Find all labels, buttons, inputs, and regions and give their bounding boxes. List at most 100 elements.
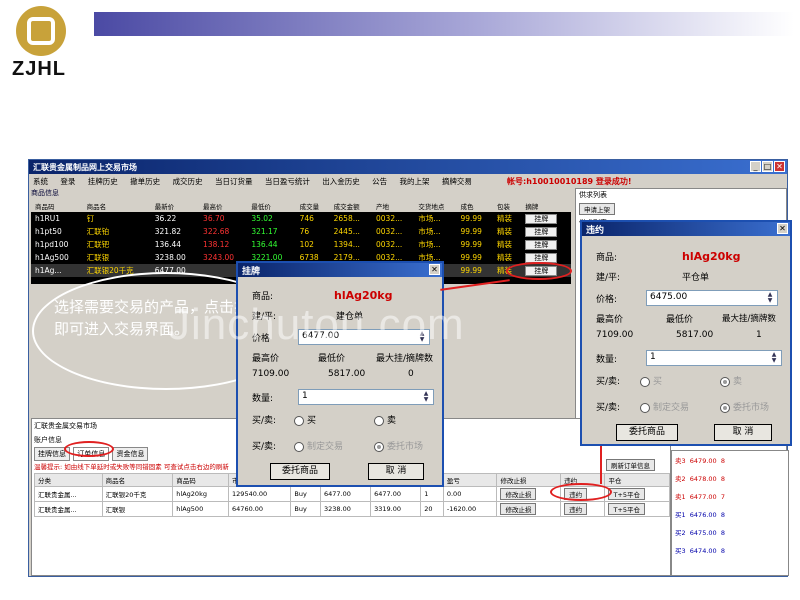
submit-order-button[interactable]: 委托商品 <box>270 463 330 480</box>
breach-button[interactable]: 违约 <box>564 503 588 515</box>
cell-code: hlAg500 <box>172 501 230 517</box>
qty-input[interactable]: 1 ▲ ▼ <box>646 350 782 366</box>
mode-label: 买/卖: <box>252 442 277 452</box>
market-row[interactable]: h1RU1 钉 36.22 36.70 35.02 746 2658... 00… <box>31 212 571 225</box>
cancel-button[interactable]: 取 消 <box>714 424 772 441</box>
close-button[interactable]: ✕ <box>774 161 785 172</box>
minimize-button[interactable]: _ <box>750 161 761 172</box>
price-input[interactable]: 6475.00 ▲ ▼ <box>646 290 778 306</box>
col-header: 平仓 <box>604 473 670 487</box>
high-price-label: 最高价 <box>252 354 280 364</box>
cell-name: 汇联银 <box>86 253 110 262</box>
cell-direction: Buy <box>290 486 321 502</box>
menu-item-my-listings[interactable]: 我的上架 <box>400 177 430 186</box>
menu-item-daily-pnl[interactable]: 当日盈亏统计 <box>265 177 310 186</box>
close-position-button[interactable]: T+5平仓 <box>608 503 646 515</box>
cell-category: 汇联贵金属... <box>34 501 103 517</box>
menu-item-deal-history[interactable]: 成交历史 <box>173 177 203 186</box>
cell-origin: 0032... <box>376 240 403 249</box>
market-row[interactable]: h1pd100 汇联钯 136.44 138.12 136.44 102 139… <box>31 238 571 251</box>
cell-pack: 精装 <box>496 214 512 223</box>
menu-item-login[interactable]: 登录 <box>60 177 75 186</box>
high-price-value: 7109.00 <box>252 369 290 379</box>
col-header: 最高价 <box>199 200 248 212</box>
refresh-orders-button[interactable]: 刷新订单信息 <box>606 459 655 471</box>
menu-item-hang-history[interactable]: 挂牌历史 <box>88 177 118 186</box>
low-price-value: 5817.00 <box>676 330 714 340</box>
side-label: 买/卖: <box>596 377 621 387</box>
cell-category: 汇联贵金属... <box>34 486 103 502</box>
cell-place: 市场... <box>418 240 441 249</box>
cell-price-1: 3238.00 <box>319 501 372 517</box>
hang-button[interactable]: 挂牌 <box>525 226 558 237</box>
sell-radio: 卖 <box>720 374 742 387</box>
cell-code: h1Ag500 <box>35 253 69 262</box>
market-table-header: 商品码 商品名 最新价 最高价 最低价 成交量 成交金额 产地 交货地点 成色 … <box>31 200 571 212</box>
col-header: 商品码 <box>172 473 230 487</box>
cell-pack: 精装 <box>496 253 512 262</box>
cell-price-2: 6477.00 <box>370 486 422 502</box>
cell-last: 136.44 <box>154 240 182 249</box>
menu-item-system[interactable]: 系统 <box>33 177 48 186</box>
cell-price-2: 3319.00 <box>370 501 422 517</box>
price-spinner-icon[interactable]: ▲ ▼ <box>765 292 775 304</box>
buy-radio: 买 <box>640 374 662 387</box>
col-header: 摘牌 <box>521 200 571 212</box>
cell-high: 138.12 <box>203 240 230 249</box>
supply-list-header: 供求列表 <box>579 191 607 199</box>
cell-last: 3238.00 <box>154 253 186 262</box>
account-info-label: 账户信息 <box>34 436 62 444</box>
qty-spinner-icon[interactable]: ▲ ▼ <box>421 391 431 403</box>
col-header: 包装 <box>492 200 522 212</box>
table-row[interactable]: 汇联贵金属... 汇联银 hlAg500 64760.00 Buy 3238.0… <box>34 501 670 517</box>
cell-name: 汇联钯 <box>86 240 110 249</box>
menu-item-cancel-history[interactable]: 撤单历史 <box>130 177 160 186</box>
window-titlebar: 汇联贵金属制品网上交易市场 <box>29 160 787 174</box>
menu-item-notice[interactable]: 公告 <box>372 177 387 186</box>
market-order-radio: 委托市场 <box>720 400 769 413</box>
hang-dialog-close-icon[interactable]: ✕ <box>429 264 440 275</box>
designated-trade-radio: 制定交易 <box>640 400 689 413</box>
menu-item-daily-orders[interactable]: 当日订货量 <box>215 177 253 186</box>
apply-listing-button[interactable]: 申请上架 <box>579 203 615 215</box>
close-position-button[interactable]: T+5平仓 <box>608 488 646 500</box>
cell-low: 136.44 <box>251 240 278 249</box>
market-row[interactable]: h1pt50 汇联铂 321.82 322.68 321.17 76 2445.… <box>31 225 571 238</box>
breach-dialog-close-icon[interactable]: ✕ <box>777 223 788 234</box>
low-price-value: 5817.00 <box>328 369 366 379</box>
book-row-buy: 买2 6475.00 8 <box>675 529 725 537</box>
book-row-sell: 卖3 6479.00 8 <box>675 457 725 465</box>
qty-spinner-icon[interactable]: ▲ ▼ <box>769 352 779 364</box>
modify-stop-button[interactable]: 修改止损 <box>500 503 537 515</box>
menu-item-pick-trade[interactable]: 摘牌交易 <box>442 177 472 186</box>
buy-radio[interactable]: 买 <box>294 413 316 426</box>
cell-volume: 746 <box>299 214 314 223</box>
cell-amount: 2445... <box>333 227 360 236</box>
cell-last: 321.82 <box>154 227 182 236</box>
menu-item-funds-history[interactable]: 出入金历史 <box>322 177 360 186</box>
col-header: 最低价 <box>247 200 296 212</box>
low-price-label: 最低价 <box>666 315 694 325</box>
cell-value: 129540.00 <box>228 486 292 502</box>
sell-radio[interactable]: 卖 <box>374 413 396 426</box>
hang-button[interactable]: 挂牌 <box>525 252 558 263</box>
cell-value: 64760.00 <box>228 501 292 517</box>
cancel-button[interactable]: 取 消 <box>368 463 424 480</box>
hang-button-highlight <box>506 262 572 280</box>
maximize-button[interactable]: □ <box>762 161 773 172</box>
market-order-radio: 委托市场 <box>374 439 423 452</box>
hang-button[interactable]: 挂牌 <box>525 239 558 250</box>
max-count-label: 最大挂/摘牌数 <box>722 314 776 324</box>
high-price-label: 最高价 <box>596 315 624 325</box>
qty-input[interactable]: 1 ▲ ▼ <box>298 389 434 405</box>
tab-funds-info[interactable]: 资金信息 <box>112 447 149 461</box>
cell-code: h1pd100 <box>35 240 69 249</box>
cell-name: 汇联银20千克 <box>101 486 174 502</box>
hang-button[interactable]: 挂牌 <box>525 213 558 224</box>
modify-stop-button[interactable]: 修改止损 <box>500 488 537 500</box>
cell-place: 市场... <box>418 214 441 223</box>
submit-order-button[interactable]: 委托商品 <box>616 424 678 441</box>
qty-label: 数量: <box>596 355 618 365</box>
cell-name: 钉 <box>86 214 95 223</box>
cell-pack: 精装 <box>496 240 512 249</box>
